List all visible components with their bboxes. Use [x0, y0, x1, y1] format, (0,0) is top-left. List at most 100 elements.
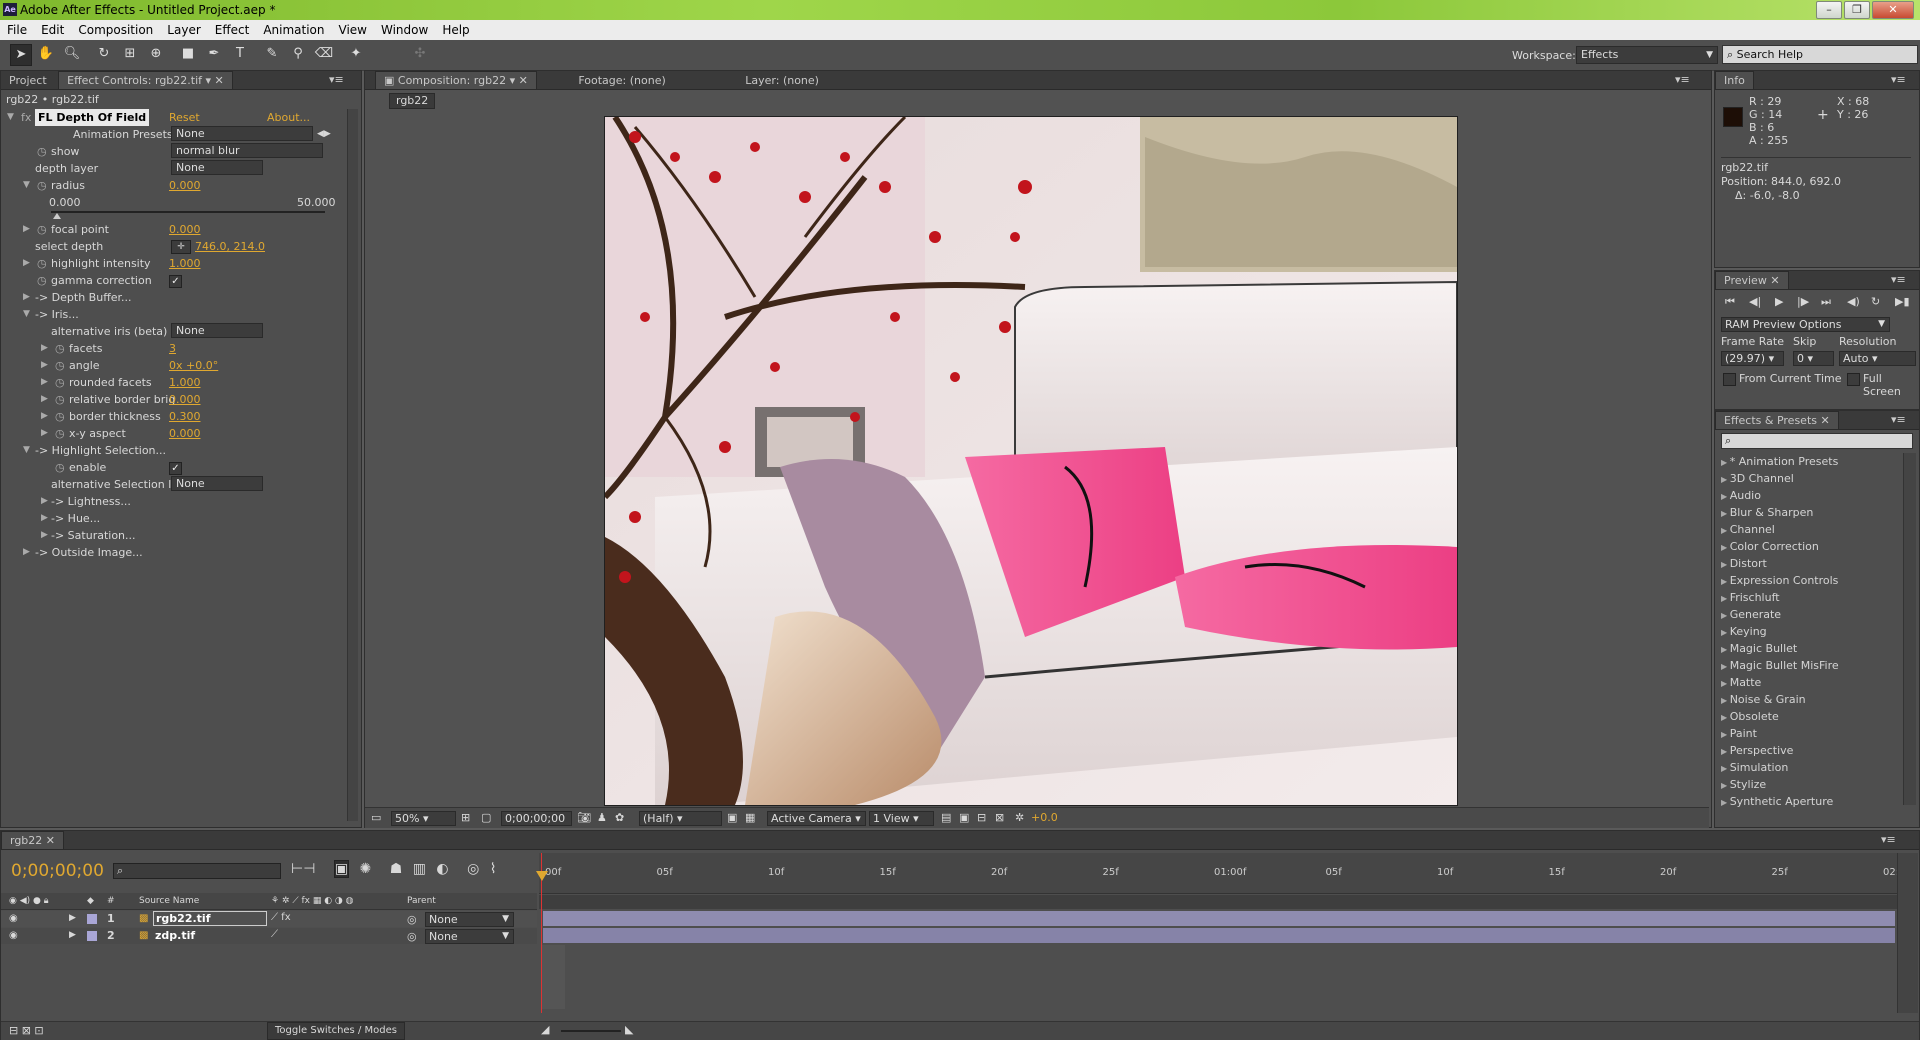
expand-triangle-icon[interactable]: ▶ [1721, 526, 1730, 535]
expand-triangle-icon[interactable]: ▶ [41, 391, 48, 408]
last-frame-icon[interactable]: ⏭ [1821, 295, 1831, 309]
exposure-value[interactable]: +0.0 [1031, 811, 1058, 824]
from-current-time-checkbox[interactable] [1723, 373, 1736, 386]
effects-category-item[interactable]: ▶ Simulation [1721, 759, 1788, 776]
effects-category-item[interactable]: ▶ Keying [1721, 623, 1767, 640]
exposure-icon[interactable]: ✲ [1015, 811, 1024, 824]
lightness-label[interactable]: -> Lightness... [51, 493, 131, 510]
expand-triangle-icon[interactable]: ▼ [23, 306, 30, 323]
show-snapshot-icon[interactable]: ♟ [597, 811, 607, 824]
panel-menu-icon[interactable]: ▾≡ [329, 73, 344, 86]
draft-3d-icon[interactable]: ✺ [360, 861, 372, 877]
layer-row-1[interactable]: ◉ ▶ 1 ▩ rgb22.tif ⟋ fx ◎ None ▼ [1, 911, 537, 927]
expand-triangle-icon[interactable]: ▶ [1721, 696, 1730, 705]
hue-label[interactable]: -> Hue... [51, 510, 100, 527]
animation-presets-select[interactable]: None [171, 126, 313, 141]
select-depth-value[interactable]: 746.0, 214.0 [195, 238, 265, 255]
expand-triangle-icon[interactable]: ▶ [1721, 747, 1730, 756]
tab-timeline-rgb22[interactable]: rgb22 ✕ [1, 831, 65, 849]
relative-border-value[interactable]: 0.000 [169, 391, 201, 408]
fx-icon[interactable]: fx [21, 109, 31, 126]
graph-editor-icon[interactable]: ⌇ [490, 861, 497, 877]
timeline-side-scroll[interactable] [1897, 853, 1918, 1013]
transparency-grid-icon[interactable]: ▦ [745, 811, 755, 824]
zoom-tool-icon[interactable]: 🔍︎ [62, 44, 82, 64]
crosshair-icon[interactable]: ✛ [171, 240, 191, 254]
minimize-button[interactable]: – [1816, 1, 1842, 19]
expand-triangle-icon[interactable]: ▶ [41, 340, 48, 357]
workspace-select[interactable]: Effects ▼ [1576, 46, 1718, 64]
view-layout-select[interactable]: 1 View ▾ [869, 811, 934, 826]
panel-menu-icon[interactable]: ▾≡ [1675, 73, 1690, 86]
ram-preview-options-select[interactable]: RAM Preview Options ▼ [1721, 317, 1890, 332]
region-of-interest-icon[interactable]: ▣ [727, 811, 737, 824]
quality-switch-icon[interactable]: ⟋ [271, 929, 278, 940]
effects-search-input[interactable]: ⌕ [1721, 433, 1913, 449]
type-tool-icon[interactable]: T [230, 44, 250, 64]
stopwatch-icon[interactable]: ◷ [55, 357, 65, 374]
expand-triangle-icon[interactable]: ▶ [1721, 492, 1730, 501]
effects-category-item[interactable]: ▶ Stylize [1721, 776, 1766, 793]
effects-category-item[interactable]: ▶ Synthetic Aperture [1721, 793, 1833, 810]
effects-category-item[interactable]: ▶ 3D Channel [1721, 470, 1794, 487]
expand-triangle-icon[interactable]: ▶ [1721, 560, 1730, 569]
effects-category-item[interactable]: ▶ Magic Bullet [1721, 640, 1797, 657]
tab-composition[interactable]: ▣ Composition: rgb22 ▾ ✕ [375, 71, 537, 89]
expand-triangle-icon[interactable]: ▶ [41, 527, 48, 544]
about-link[interactable]: About... [267, 109, 310, 126]
stopwatch-icon[interactable]: ◷ [37, 177, 47, 194]
alt-selection-select[interactable]: None [171, 476, 263, 491]
loop-icon[interactable]: ↻ [1871, 295, 1880, 308]
expand-triangle-icon[interactable]: ▶ [1721, 628, 1730, 637]
expand-triangle-icon[interactable]: ▶ [1721, 781, 1730, 790]
clone-stamp-tool-icon[interactable]: ⚲ [288, 44, 308, 64]
reset-link[interactable]: Reset [169, 109, 200, 126]
zoom-select[interactable]: 50% ▾ [391, 811, 456, 826]
stopwatch-icon[interactable]: ◷ [55, 340, 65, 357]
iris-label[interactable]: -> Iris... [35, 306, 79, 323]
expand-triangle-icon[interactable]: ▶ [23, 221, 30, 238]
effects-category-item[interactable]: ▶ Channel [1721, 521, 1775, 538]
parent-select[interactable]: None ▼ [425, 929, 514, 944]
time-ruler[interactable]: 00f 05f 10f 15f 20f 25f 01:00f 05f 10f 15f 20f 25f 0… [539, 853, 1905, 894]
stopwatch-icon[interactable]: ◷ [37, 255, 47, 272]
flowchart-tab[interactable]: rgb22 [389, 93, 436, 109]
panel-menu-icon[interactable]: ▾≡ [1881, 833, 1896, 846]
ram-preview-icon[interactable]: ▶▮ [1895, 295, 1910, 308]
highlight-intensity-value[interactable]: 1.000 [169, 255, 201, 272]
playhead-icon[interactable] [536, 871, 548, 881]
work-area-bar[interactable] [539, 895, 1899, 909]
xy-aspect-value[interactable]: 0.000 [169, 425, 201, 442]
flowchart-view-icon[interactable]: ⊠ [995, 811, 1004, 824]
timeline-search-input[interactable]: ⌕ [113, 863, 281, 879]
effect-name[interactable]: FL Depth Of Field [35, 109, 150, 126]
hand-tool-icon[interactable]: ✋ [36, 44, 56, 64]
stopwatch-icon[interactable]: ◷ [37, 272, 47, 289]
layer-bar-1[interactable] [543, 911, 1895, 926]
ec-scrollbar[interactable] [347, 109, 358, 821]
slider-handle[interactable] [53, 213, 61, 219]
expand-triangle-icon[interactable]: ▶ [23, 544, 30, 561]
brush-tool-icon[interactable]: ✎ [262, 44, 282, 64]
expand-triangle-icon[interactable]: ▶ [41, 374, 48, 391]
expand-triangle-icon[interactable]: ▶ [1721, 475, 1730, 484]
panel-menu-icon[interactable]: ▾≡ [1891, 73, 1906, 86]
mask-visibility-icon[interactable]: ▢ [481, 811, 491, 824]
effects-category-item[interactable]: ▶ Blur & Sharpen [1721, 504, 1813, 521]
layer-row-2[interactable]: ◉ ▶ 2 ▩ zdp.tif ⟋ ◎ None ▼ [1, 928, 537, 944]
depth-layer-select[interactable]: None [171, 160, 263, 175]
expand-triangle-icon[interactable]: ▶ [1721, 458, 1730, 467]
timeline-icon[interactable]: ⊟ [977, 811, 986, 824]
expand-triangle-icon[interactable]: ▼ [23, 442, 30, 459]
expand-triangle-icon[interactable]: ▶ [1721, 611, 1730, 620]
expand-triangle-icon[interactable]: ▶ [1721, 764, 1730, 773]
highlight-selection-label[interactable]: -> Highlight Selection... [35, 442, 166, 459]
tab-preview[interactable]: Preview ✕ [1715, 271, 1789, 289]
menu-edit[interactable]: Edit [34, 20, 71, 37]
expand-triangle-icon[interactable]: ▶ [69, 913, 76, 923]
expand-panes-icons[interactable]: ⊟ ⊠ ⊡ [9, 1024, 44, 1037]
pan-behind-tool-icon[interactable]: ⊕ [146, 44, 166, 64]
border-thickness-value[interactable]: 0.300 [169, 408, 201, 425]
effects-category-item[interactable]: ▶ Obsolete [1721, 708, 1779, 725]
gamma-correction-checkbox[interactable]: ✓ [169, 275, 182, 288]
